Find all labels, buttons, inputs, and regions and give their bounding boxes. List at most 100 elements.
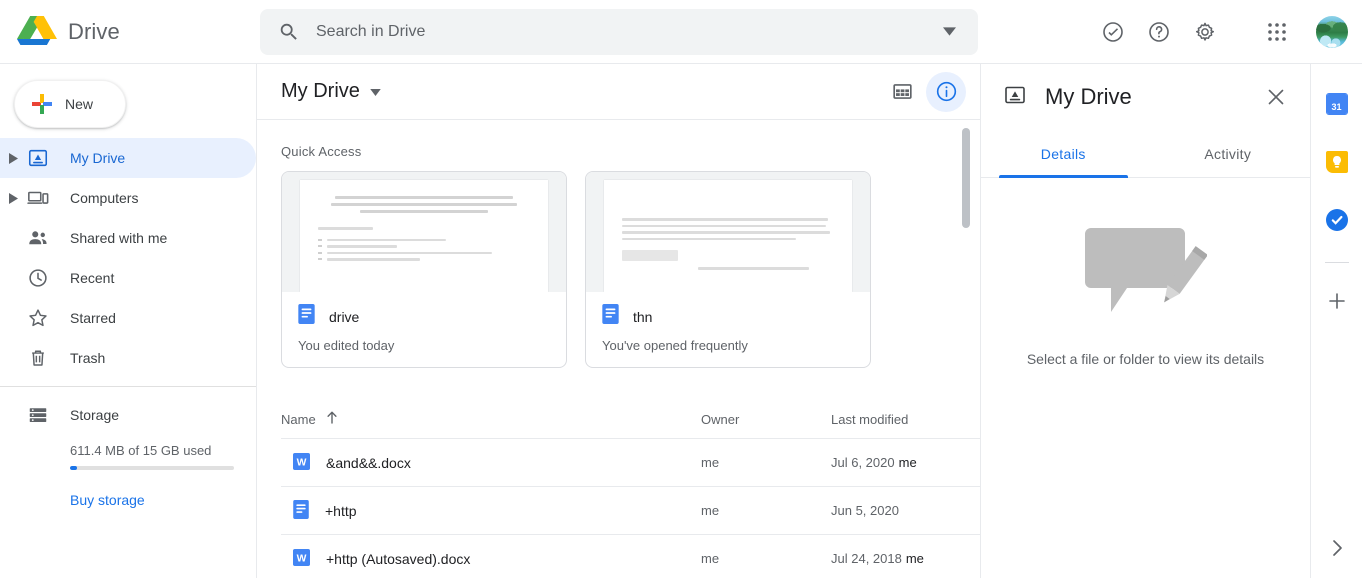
- column-header-owner[interactable]: Owner: [701, 412, 831, 427]
- card-subtitle: You've opened frequently: [602, 338, 748, 353]
- chevron-down-icon[interactable]: [370, 83, 381, 101]
- info-icon[interactable]: [926, 71, 966, 112]
- quick-access-label: Quick Access: [281, 144, 362, 159]
- column-header-name[interactable]: Name: [281, 411, 701, 427]
- sidebar-item-my-drive[interactable]: My Drive: [0, 138, 256, 178]
- table-row[interactable]: W &and&&.docx me Jul 6, 2020 me: [281, 438, 980, 486]
- quick-access-card[interactable]: thn You've opened frequently: [585, 171, 871, 368]
- expand-caret-icon[interactable]: [0, 152, 26, 164]
- sidebar-item-computers[interactable]: Computers: [0, 178, 256, 218]
- avatar[interactable]: [1316, 15, 1348, 48]
- arrow-up-icon: [326, 411, 338, 427]
- file-name: &and&&.docx: [326, 454, 411, 471]
- google-docs-icon: [298, 304, 315, 329]
- storage-label: Storage: [70, 407, 120, 423]
- word-doc-icon: W: [293, 548, 310, 569]
- sidebar-item-recent[interactable]: Recent: [0, 258, 256, 298]
- buy-storage-link[interactable]: Buy storage: [70, 492, 145, 508]
- people-icon: [26, 227, 50, 249]
- modified-date: Jul 24, 2018: [831, 551, 902, 566]
- chevron-right-icon[interactable]: [1319, 530, 1355, 566]
- file-owner: me: [701, 503, 720, 518]
- header-actions: [1092, 11, 1362, 53]
- column-header-last-modified[interactable]: Last modified: [831, 412, 980, 427]
- sidebar-nav: My Drive Computers Shared with me Recent…: [0, 138, 256, 378]
- card-meta: thn You've opened frequently: [586, 292, 870, 367]
- file-name: +http: [325, 502, 357, 519]
- quick-access-card[interactable]: drive You edited today: [281, 171, 567, 368]
- sidebar-item-starred[interactable]: Starred: [0, 298, 256, 338]
- new-button[interactable]: New: [14, 80, 126, 128]
- modified-by: me: [905, 551, 924, 566]
- card-title: thn: [633, 308, 653, 325]
- breadcrumb[interactable]: My Drive: [281, 80, 381, 103]
- app-body: New My Drive Computers Shared with me Re…: [0, 64, 1362, 578]
- document-preview: [300, 180, 548, 292]
- modified-date: Jun 5, 2020: [831, 503, 899, 518]
- new-button-label: New: [65, 96, 94, 112]
- file-modified: Jul 24, 2018 me: [831, 551, 980, 566]
- svg-text:W: W: [297, 457, 307, 468]
- star-icon: [26, 307, 50, 329]
- side-panel-rail: 31: [1310, 64, 1362, 578]
- storage-usage-text: 611.4 MB of 15 GB used: [70, 443, 212, 458]
- details-title: My Drive: [1045, 84, 1132, 109]
- grid-view-icon[interactable]: [882, 72, 922, 112]
- card-name-row: drive: [298, 304, 550, 329]
- table-row[interactable]: W +http (Autosaved).docx me Jul 24, 2018…: [281, 534, 980, 578]
- details-tabs: Details Activity: [981, 130, 1310, 178]
- drive-outline-icon: [1003, 83, 1027, 112]
- sidebar-item-storage[interactable]: Storage: [0, 395, 256, 435]
- chevron-down-icon[interactable]: [932, 15, 966, 49]
- card-meta: drive You edited today: [282, 292, 566, 367]
- file-owner: me: [701, 551, 720, 566]
- card-title: drive: [329, 308, 360, 325]
- details-empty-state: Select a file or folder to view its deta…: [981, 178, 1310, 578]
- expand-caret-icon[interactable]: [0, 192, 26, 204]
- apps-grid-icon[interactable]: [1256, 11, 1298, 53]
- sidebar-item-label: My Drive: [70, 150, 126, 166]
- card-thumbnail: [586, 172, 870, 292]
- sidebar-item-trash[interactable]: Trash: [0, 338, 256, 378]
- details-empty-text: Select a file or folder to view its deta…: [1026, 351, 1265, 367]
- search-input[interactable]: [316, 22, 932, 41]
- vertical-scrollbar[interactable]: [962, 128, 970, 228]
- close-icon[interactable]: [1256, 77, 1296, 117]
- file-owner: me: [701, 455, 720, 470]
- file-list: Name Owner Last modified W &and&&.docx m…: [281, 400, 980, 578]
- sidebar-divider: [0, 386, 256, 387]
- file-name-cell: W +http (Autosaved).docx: [281, 548, 701, 569]
- support-icon[interactable]: [1092, 11, 1134, 53]
- tab-details[interactable]: Details: [981, 130, 1146, 178]
- toolbar-actions: [882, 71, 966, 112]
- keep-glyph: [1325, 151, 1348, 173]
- tasks-glyph: [1325, 209, 1348, 231]
- table-row[interactable]: +http me Jun 5, 2020: [281, 486, 980, 534]
- brand[interactable]: Drive: [0, 13, 256, 51]
- computer-icon: [26, 187, 50, 209]
- google-tasks-icon[interactable]: [1319, 202, 1355, 238]
- document-preview: [604, 180, 852, 292]
- trash-icon: [26, 347, 50, 369]
- main-content: My Drive Quick Access drive You edited t…: [256, 64, 980, 578]
- drive-logo: [16, 13, 58, 51]
- content-scroll-area[interactable]: Quick Access drive You edited today thn …: [257, 120, 980, 578]
- add-app-icon[interactable]: [1319, 283, 1355, 319]
- google-keep-icon[interactable]: [1319, 144, 1355, 180]
- details-header: My Drive: [981, 64, 1310, 130]
- rail-divider: [1324, 262, 1349, 263]
- search-box[interactable]: [260, 8, 978, 55]
- sidebar: New My Drive Computers Shared with me Re…: [0, 64, 256, 578]
- sidebar-item-shared-with-me[interactable]: Shared with me: [0, 218, 256, 258]
- google-calendar-icon[interactable]: 31: [1319, 86, 1355, 122]
- calendar-glyph: 31: [1325, 93, 1348, 115]
- help-icon[interactable]: [1138, 11, 1180, 53]
- page-title: My Drive: [281, 80, 360, 102]
- tab-activity[interactable]: Activity: [1146, 130, 1311, 177]
- word-doc-icon: W: [293, 452, 310, 473]
- card-subtitle: You edited today: [298, 338, 395, 353]
- sidebar-item-label: Trash: [70, 350, 106, 366]
- gear-icon[interactable]: [1184, 11, 1226, 53]
- top-header: Drive: [0, 0, 1362, 64]
- details-panel: My Drive Details Activity Select a file …: [980, 64, 1310, 578]
